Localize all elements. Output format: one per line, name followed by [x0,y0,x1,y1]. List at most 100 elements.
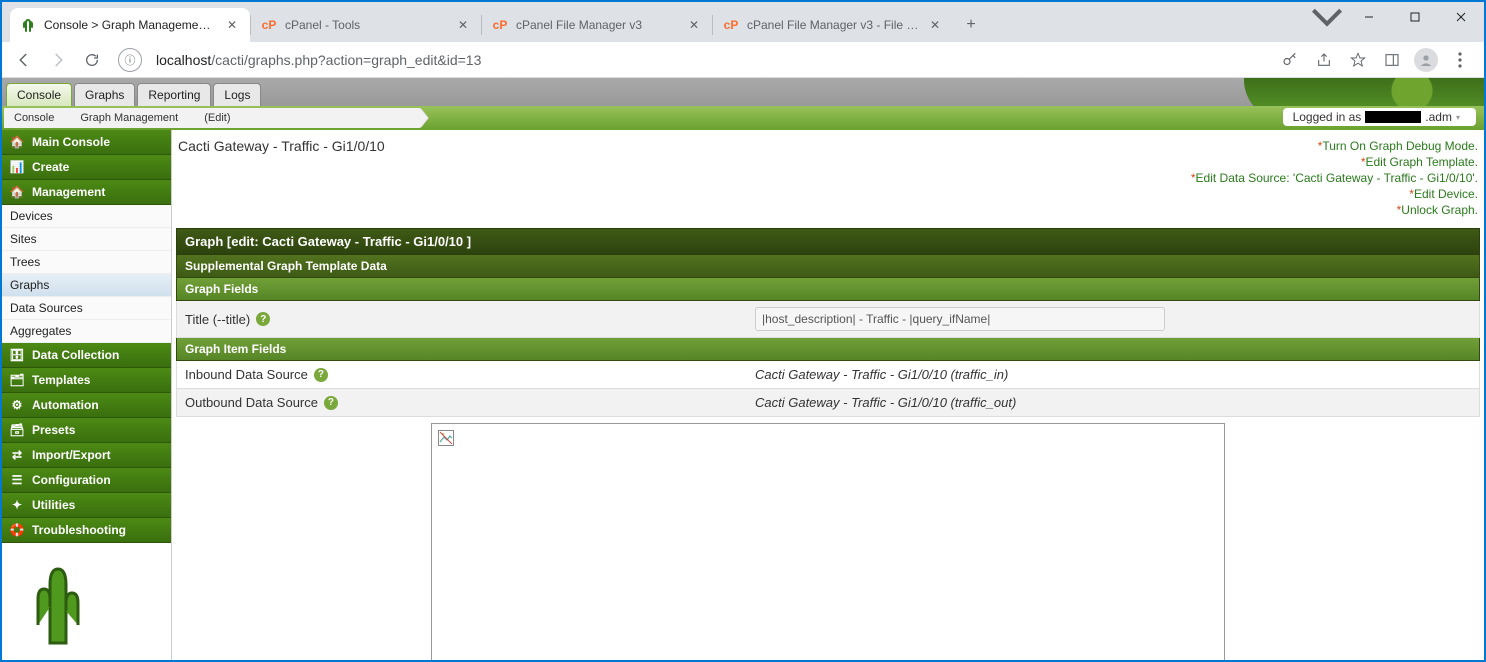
sidebar-sub-sites[interactable]: Sites [2,228,171,251]
back-button[interactable] [10,46,38,74]
form-row-inbound: Inbound Data Source ? Cacti Gateway - Tr… [176,361,1480,389]
broken-image-icon [438,430,454,446]
browser-tab-2[interactable]: cP cPanel File Manager v3 ✕ [482,8,712,42]
window-controls [1346,2,1484,32]
browser-tab-0[interactable]: Console > Graph Management > ✕ [10,8,250,42]
inbound-label: Inbound Data Source ? [185,367,755,382]
app-tabs-strip: Console Graphs Reporting Logs [2,78,1484,106]
url-text[interactable]: localhost/cacti/graphs.php?action=graph_… [148,52,1272,68]
sidebar-item-automation[interactable]: ⚙Automation [2,393,171,418]
plus-icon: 📊 [10,160,24,174]
sidebar-item-templates[interactable]: 🗂Templates [2,368,171,393]
breadcrumb-tail [240,108,420,128]
link-unlock-graph[interactable]: *Unlock Graph. [1191,202,1478,218]
sidebar-item-main-console[interactable]: 🏠Main Console [2,130,171,155]
sidebar-sub-devices[interactable]: Devices [2,205,171,228]
sliders-icon: ☰ [10,473,24,487]
profile-avatar-icon[interactable] [1414,48,1438,72]
login-prefix: Logged in as [1293,110,1362,124]
help-icon[interactable]: ? [256,312,270,326]
panel-header-graph-fields: Graph Fields [176,278,1480,301]
page-title: Cacti Gateway - Traffic - Gi1/0/10 [178,138,1191,154]
support-icon: 🛟 [10,523,24,537]
tab-title: cPanel File Manager v3 [516,18,678,32]
sidebar-item-create[interactable]: 📊Create [2,155,171,180]
content: Cacti Gateway - Traffic - Gi1/0/10 *Turn… [172,130,1484,660]
sidebar-item-data-collection[interactable]: 🗄Data Collection [2,343,171,368]
browser-tab-3[interactable]: cP cPanel File Manager v3 - File Upl ✕ [713,8,953,42]
app-tab-logs[interactable]: Logs [213,83,261,106]
tab-title: cPanel - Tools [285,18,447,32]
sidebar-item-presets[interactable]: 🗃Presets [2,418,171,443]
login-info[interactable]: Logged in as .adm ▾ [1283,108,1476,126]
help-icon[interactable]: ? [314,368,328,382]
address-bar: ⓘ localhost/cacti/graphs.php?action=grap… [2,42,1484,78]
sparkle-icon: ✦ [10,498,24,512]
layers-icon: 🗂 [10,373,24,387]
tab-close-icon[interactable]: ✕ [686,17,702,33]
maximize-button[interactable] [1392,2,1438,32]
sidebar-sub-data-sources[interactable]: Data Sources [2,297,171,320]
key-icon[interactable] [1278,48,1302,72]
app-body: 🏠Main Console 📊Create 🏠Management Device… [2,130,1484,660]
url-host: localhost [156,52,211,68]
sidebar-item-utilities[interactable]: ✦Utilities [2,493,171,518]
sidebar-item-management[interactable]: 🏠Management [2,180,171,205]
app-tab-graphs[interactable]: Graphs [74,83,135,106]
new-tab-button[interactable]: + [957,11,985,39]
site-info-icon[interactable]: ⓘ [118,48,142,72]
bookmark-star-icon[interactable] [1346,48,1370,72]
minimize-button[interactable] [1346,2,1392,32]
sidebar-sub-aggregates[interactable]: Aggregates [2,320,171,343]
side-panel-icon[interactable] [1380,48,1404,72]
help-icon[interactable]: ? [324,396,338,410]
outbound-value: Cacti Gateway - Traffic - Gi1/0/10 (traf… [755,395,1471,410]
sidebar-sub-graphs[interactable]: Graphs [2,274,171,297]
panel-header-graph-item-fields: Graph Item Fields [176,338,1480,361]
home-icon: 🏠 [10,185,24,199]
cacti-logo-icon [2,543,171,660]
tab-title: Console > Graph Management > [44,18,216,32]
redacted-username [1365,111,1421,123]
link-edit-device[interactable]: *Edit Device. [1191,186,1478,202]
app-tab-console[interactable]: Console [6,83,72,106]
sidebar-item-troubleshooting[interactable]: 🛟Troubleshooting [2,518,171,543]
kebab-menu-icon[interactable] [1448,48,1472,72]
form-row-outbound: Outbound Data Source ? Cacti Gateway - T… [176,389,1480,417]
link-edit-data-source[interactable]: *Edit Data Source: 'Cacti Gateway - Traf… [1191,170,1478,186]
title-input[interactable] [755,307,1165,331]
tab-close-icon[interactable]: ✕ [927,17,943,33]
link-edit-template[interactable]: *Edit Graph Template. [1191,154,1478,170]
sidebar-item-import-export[interactable]: ⇄Import/Export [2,443,171,468]
share-icon[interactable] [1312,48,1336,72]
tab-close-icon[interactable]: ✕ [224,17,240,33]
tabs-row: Console > Graph Management > ✕ cP cPanel… [10,2,985,42]
cpanel-favicon-icon: cP [492,17,508,33]
gear-icon: ⚙ [10,398,24,412]
breadcrumb-item[interactable]: Console [4,108,64,128]
tabs-dropdown-icon[interactable] [1310,2,1344,32]
forward-button[interactable] [44,46,72,74]
reload-button[interactable] [78,46,106,74]
addr-right [1278,48,1472,72]
action-links: *Turn On Graph Debug Mode. *Edit Graph T… [1191,138,1478,218]
sidebar-item-configuration[interactable]: ☰Configuration [2,468,171,493]
close-button[interactable] [1438,2,1484,32]
graph-preview-box [431,423,1225,660]
app-tab-reporting[interactable]: Reporting [137,83,211,106]
tab-close-icon[interactable]: ✕ [455,17,471,33]
chevron-down-icon: ▾ [1456,113,1460,122]
form-row-title: Title (--title) ? [176,301,1480,338]
content-title-row: Cacti Gateway - Traffic - Gi1/0/10 *Turn… [176,132,1480,224]
home-icon: 🏠 [10,135,24,149]
login-suffix: .adm [1425,110,1452,124]
title-field-label: Title (--title) ? [185,312,755,327]
browser-tab-1[interactable]: cP cPanel - Tools ✕ [251,8,481,42]
inbound-value: Cacti Gateway - Traffic - Gi1/0/10 (traf… [755,367,1471,382]
sidebar: 🏠Main Console 📊Create 🏠Management Device… [2,130,172,660]
sidebar-sub-trees[interactable]: Trees [2,251,171,274]
outbound-label: Outbound Data Source ? [185,395,755,410]
breadcrumb-item[interactable]: Graph Management [64,108,188,128]
url-path: /cacti/graphs.php?action=graph_edit&id=1… [211,52,481,68]
link-debug-mode[interactable]: *Turn On Graph Debug Mode. [1191,138,1478,154]
